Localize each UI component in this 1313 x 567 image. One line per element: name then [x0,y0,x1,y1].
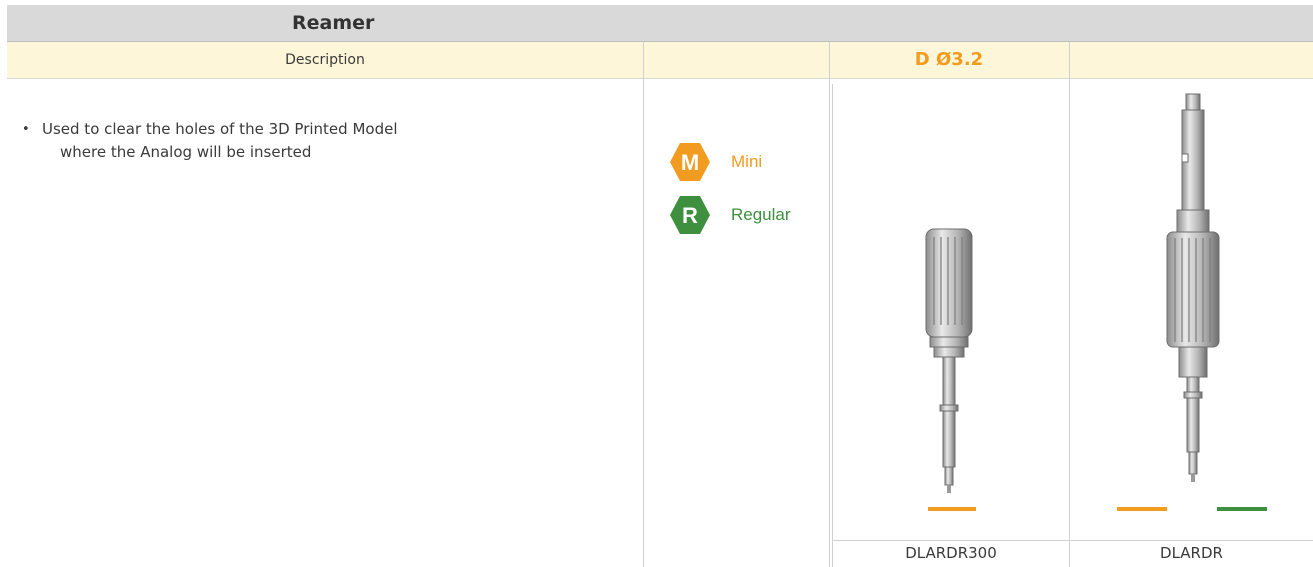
badge-label: Mini [731,152,763,171]
hexagon-r-icon: R [670,196,710,234]
badge-regular: R Regular [669,195,829,235]
description-line: where the Analog will be inserted [60,143,312,161]
color-swatch-mini [1117,507,1167,511]
diameter-header: D Ø3.2 [914,49,984,70]
product-code: DLARDR300 [905,544,997,562]
title-bar: Reamer [7,5,1313,42]
description-header: Description [285,52,365,68]
description-line: Used to clear the holes of the 3D Printe… [42,120,398,138]
color-swatch-mini [928,507,976,511]
badge-mini: M Mini [669,142,819,182]
divider [643,42,644,567]
divider [829,42,830,567]
hexagon-m-icon: M [670,143,710,181]
reamer-short-icon [925,228,973,493]
svg-text:M: M [681,150,699,175]
divider [832,84,833,567]
divider [1069,42,1070,567]
bullet: • [22,122,30,137]
header-row: Description D Ø3.2 [7,42,1313,79]
reamer-long-icon [1166,93,1220,482]
svg-text:R: R [682,203,698,228]
color-swatch-regular [1217,507,1267,511]
badge-label: Regular [731,205,791,224]
page-title: Reamer [292,12,375,34]
product-code: DLARDR [1160,544,1223,562]
